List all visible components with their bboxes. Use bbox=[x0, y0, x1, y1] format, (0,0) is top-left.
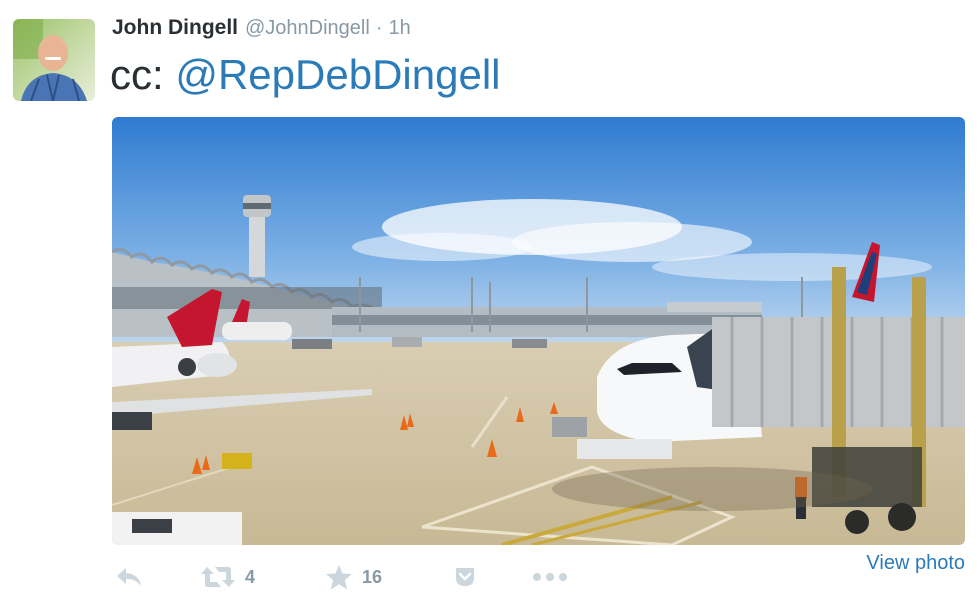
tweet-card: John Dingell @JohnDingell · 1h cc: @RepD… bbox=[0, 0, 980, 602]
avatar[interactable] bbox=[13, 19, 95, 101]
star-icon bbox=[325, 564, 353, 591]
favorite-count: 16 bbox=[362, 566, 383, 587]
retweet-icon bbox=[200, 564, 236, 590]
tweet-photo[interactable] bbox=[112, 117, 965, 545]
author-handle[interactable]: @JohnDingell bbox=[245, 17, 370, 40]
tweet-header: John Dingell @JohnDingell · 1h bbox=[112, 16, 411, 46]
tweet-text-prefix: cc: bbox=[110, 51, 176, 98]
avatar-image bbox=[13, 19, 95, 101]
pocket-button[interactable] bbox=[454, 560, 476, 594]
tweet-actions: 4 16 bbox=[112, 560, 712, 594]
retweet-count: 4 bbox=[245, 566, 256, 587]
timestamp[interactable]: 1h bbox=[389, 17, 411, 40]
view-photo-link[interactable]: View photo bbox=[866, 552, 965, 575]
pocket-icon bbox=[454, 566, 476, 588]
favorite-button[interactable]: 16 bbox=[325, 560, 382, 594]
reply-button[interactable] bbox=[114, 560, 144, 594]
separator: · bbox=[375, 17, 383, 39]
retweet-button[interactable]: 4 bbox=[200, 560, 255, 594]
more-button[interactable] bbox=[532, 560, 568, 594]
mention-link[interactable]: @RepDebDingell bbox=[175, 51, 500, 98]
more-icon bbox=[532, 572, 568, 582]
tweet-text: cc: @RepDebDingell bbox=[110, 50, 500, 100]
airport-photo bbox=[112, 117, 965, 545]
reply-icon bbox=[114, 565, 144, 589]
author-name[interactable]: John Dingell bbox=[112, 16, 238, 40]
